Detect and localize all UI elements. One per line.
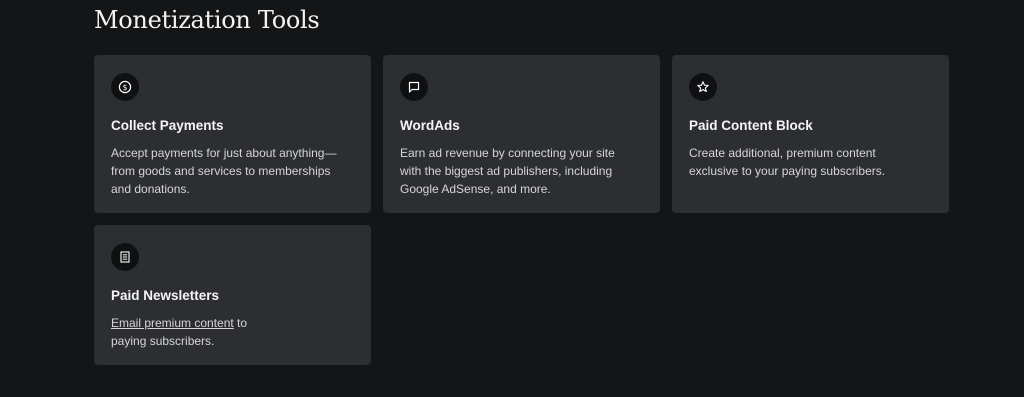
card-title: Paid Content Block [689,118,813,133]
card-paid-newsletters[interactable]: Paid Newsletters Email premium content t… [94,225,371,365]
card-description: Accept payments for just about anything—… [111,146,337,196]
star-icon [689,73,717,101]
monetization-page: Monetization Tools $ Collect Payments Ac… [0,0,1024,397]
card-title: Collect Payments [111,118,224,133]
speech-bubble-icon [400,73,428,101]
card-description: Email premium content to paying subscrib… [111,316,248,348]
card-collect-payments[interactable]: $ Collect Payments Accept payments for j… [94,55,371,213]
card-wordads[interactable]: WordAds Earn ad revenue by connecting yo… [383,55,660,213]
card-title: WordAds [400,118,460,133]
newsletter-icon [111,243,139,271]
email-premium-content-link[interactable]: Email premium content [111,316,234,330]
section-title: Monetization Tools [94,6,320,34]
card-description: Create additional, premium content exclu… [689,146,886,178]
svg-text:$: $ [123,83,128,92]
card-title: Paid Newsletters [111,288,220,303]
card-paid-content-block[interactable]: Paid Content Block Create additional, pr… [672,55,949,213]
card-description: Earn ad revenue by connecting your site … [400,146,615,196]
dollar-circle-icon: $ [111,73,139,101]
